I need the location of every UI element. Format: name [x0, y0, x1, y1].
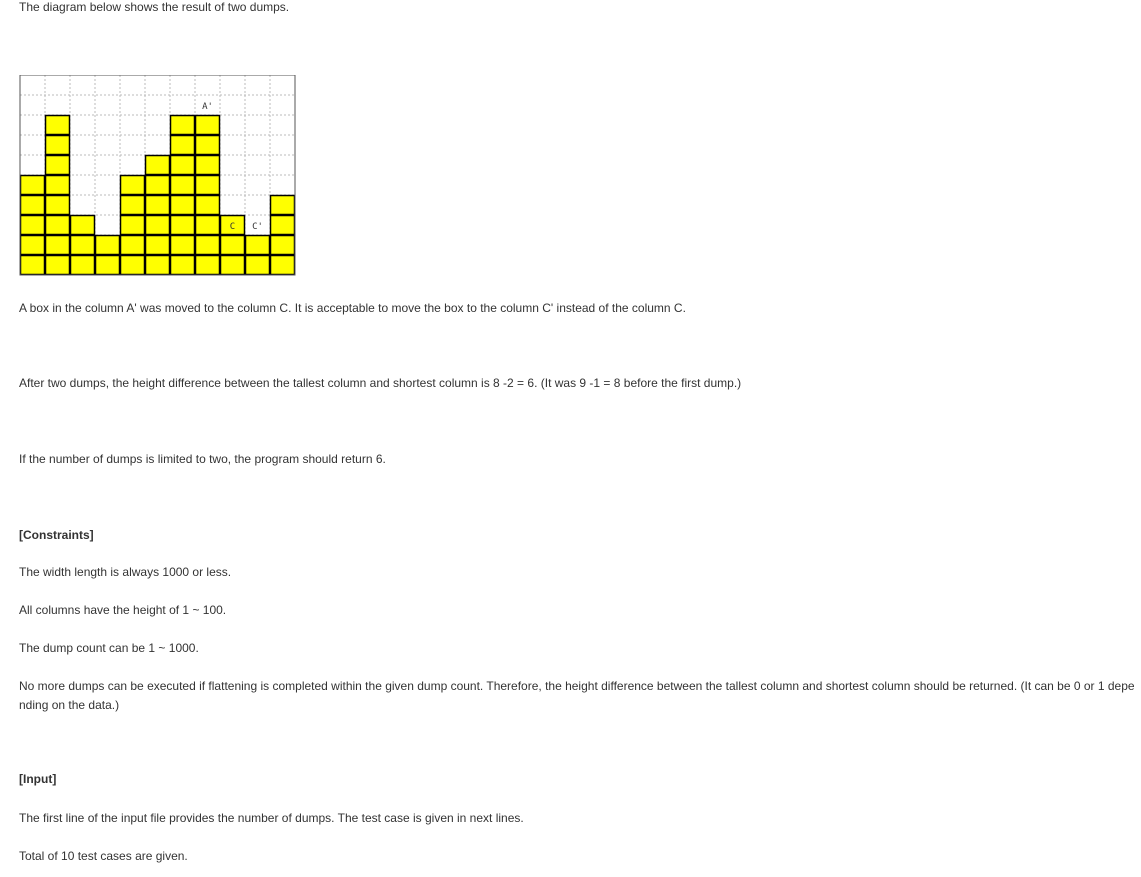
box-cell [194, 134, 221, 156]
box-cell [119, 234, 146, 256]
box-cell [119, 174, 146, 196]
box-cell [119, 254, 146, 276]
constraints-heading: [Constraints] [19, 528, 94, 542]
box-cell [169, 214, 196, 236]
box-cell [194, 194, 221, 216]
box-cell [169, 154, 196, 176]
after-text: After two dumps, the height difference b… [19, 376, 742, 390]
intro-text: The diagram below shows the result of tw… [19, 0, 290, 14]
box-cell [269, 214, 296, 236]
box-cell [169, 254, 196, 276]
box-cell [44, 154, 71, 176]
box-cell [194, 214, 221, 236]
box-cell [19, 254, 46, 276]
box-cell [194, 234, 221, 256]
box-cell [194, 174, 221, 196]
column-label: C' [252, 222, 263, 232]
constraint-flattening: No more dumps can be executed if flatten… [19, 679, 1135, 712]
box-cell [144, 154, 171, 176]
box-cell [269, 254, 296, 276]
column-label: C [230, 222, 235, 232]
box-cell [94, 254, 121, 276]
constraint-height: All columns have the height of 1 ~ 100. [19, 603, 227, 617]
box-cell [19, 234, 46, 256]
box-cell [69, 254, 96, 276]
box-cell [194, 154, 221, 176]
box-cell [44, 134, 71, 156]
box-cell [194, 254, 221, 276]
box-cell [44, 194, 71, 216]
input-test-cases: Total of 10 test cases are given. [19, 849, 188, 863]
box-cell [169, 174, 196, 196]
box-cell [269, 194, 296, 216]
limited-text: If the number of dumps is limited to two… [19, 452, 386, 466]
box-cell [119, 214, 146, 236]
box-cell [244, 234, 271, 256]
box-cell [69, 234, 96, 256]
dump-diagram: A' C C' [19, 75, 296, 276]
box-cell [19, 174, 46, 196]
column-label: A' [202, 102, 213, 112]
box-cell [144, 214, 171, 236]
constraint-dump-count: The dump count can be 1 ~ 1000. [19, 641, 199, 655]
box-cell [144, 174, 171, 196]
box-cell [169, 114, 196, 136]
box-cell [219, 254, 246, 276]
box-cell [19, 214, 46, 236]
box-cell [44, 254, 71, 276]
box-cell [94, 234, 121, 256]
box-cell [169, 194, 196, 216]
box-cell [219, 234, 246, 256]
box-cell [19, 194, 46, 216]
box-cell [44, 114, 71, 136]
box-cell [244, 254, 271, 276]
box-cell [144, 234, 171, 256]
moved-text: A box in the column A' was moved to the … [19, 301, 686, 315]
box-cell [194, 114, 221, 136]
box-cell [119, 194, 146, 216]
box-cell [269, 234, 296, 256]
box-cell [169, 234, 196, 256]
box-cell [144, 194, 171, 216]
box-cell [69, 214, 96, 236]
input-first-line: The first line of the input file provide… [19, 811, 524, 825]
box-cell [44, 214, 71, 236]
box-cell [44, 234, 71, 256]
box-cell [144, 254, 171, 276]
box-cell [169, 134, 196, 156]
box-cell [44, 174, 71, 196]
input-heading: [Input] [19, 772, 57, 786]
constraint-width: The width length is always 1000 or less. [19, 565, 232, 579]
